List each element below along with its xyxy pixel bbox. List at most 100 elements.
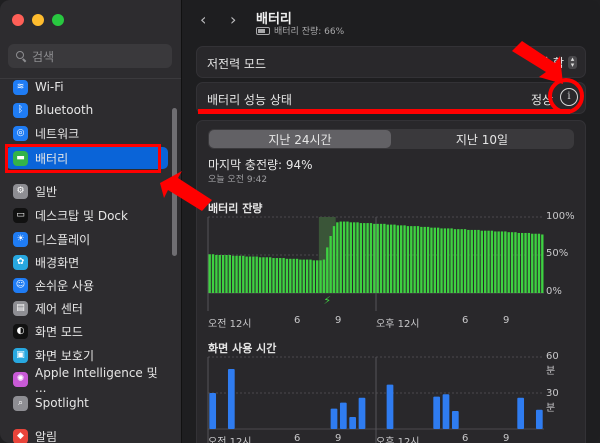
sidebar-item-10[interactable]: ◐ 화면 모드 <box>6 320 168 342</box>
sidebar-item-label: Wi-Fi <box>35 80 64 94</box>
battery-bar-78 <box>470 229 473 293</box>
battery-bar-64 <box>423 226 426 293</box>
battery-bar-51 <box>379 223 383 293</box>
battery-bar-81 <box>480 230 484 293</box>
sidebar-item-1[interactable]: ᛒ Bluetooth <box>6 99 168 121</box>
settings-window: 검색 ≋ Wi-Fi ᛒ Bluetooth ◎ 네트워크 ▬ 배터리 ⚙ 일반 ▭ 데스크탑 및 D… <box>0 0 600 443</box>
time-range-segmented-control: 지난 24시간 지난 10일 <box>208 129 574 149</box>
info-icon[interactable]: i <box>560 88 578 106</box>
window-controls <box>12 14 64 26</box>
sidebar-item-label: 네트워크 <box>35 126 80 141</box>
battery-bar-99 <box>541 234 544 293</box>
battery-bar-54 <box>389 224 393 293</box>
battery-bar-45 <box>359 223 363 293</box>
battery-bar-3 <box>218 255 221 293</box>
battery-bar-58 <box>403 225 406 293</box>
battery-y-tick-50: 50% <box>546 248 569 259</box>
tab-last-10-days[interactable]: 지난 10일 <box>391 130 573 148</box>
sidebar-item-4[interactable]: ⚙ 일반 <box>6 180 168 202</box>
tab-last-24-hours[interactable]: 지난 24시간 <box>209 130 391 148</box>
battery-bar-89 <box>507 232 510 293</box>
sidebar-item-12[interactable]: ✺ Apple Intelligence 및 ... <box>6 366 168 395</box>
sidebar: 검색 ≋ Wi-Fi ᛒ Bluetooth ◎ 네트워크 ▬ 배터리 ⚙ 일반 ▭ 데스크탑 및 D… <box>0 0 182 443</box>
battery-bar-33 <box>319 260 322 293</box>
battery-bar-7 <box>232 255 235 293</box>
battery-bar-55 <box>393 224 396 293</box>
titlebar: ‹ › 배터리 배터리 잔량: 66% <box>182 0 600 40</box>
minimize-window-button[interactable] <box>32 14 44 26</box>
battery-bar-75 <box>460 229 463 293</box>
battery-bar-39 <box>339 221 342 293</box>
battery-bar-6 <box>228 255 232 293</box>
battery-bar-37 <box>332 226 336 293</box>
wallpaper-icon: ✿ <box>13 254 28 270</box>
apple-intelligence-icon: ✺ <box>13 371 28 387</box>
battery-bar-28 <box>302 259 305 293</box>
charging-bolt-icon: ⚡ <box>323 294 331 307</box>
screen-time-bar-15 <box>349 417 357 429</box>
sidebar-item-14[interactable]: ◆ 알림 <box>6 425 168 443</box>
battery-bar-15 <box>258 257 262 293</box>
sidebar-item-2[interactable]: ◎ 네트워크 <box>6 122 168 144</box>
sidebar-item-label: 일반 <box>35 184 58 199</box>
control-center-icon: ▤ <box>13 300 28 316</box>
low-power-select[interactable]: 안 함 ▴ ▾ <box>538 54 577 71</box>
battery-bar-66 <box>430 227 433 293</box>
battery-bar-87 <box>500 231 504 293</box>
battery-bar-50 <box>376 223 379 293</box>
battery-x-tick-2: 9 <box>335 315 342 326</box>
screen-y-tick-30: 30분 <box>546 388 559 414</box>
sidebar-item-6[interactable]: ☀ 디스플레이 <box>6 228 168 250</box>
sidebar-item-label: 알림 <box>35 429 58 443</box>
battery-bar-32 <box>316 260 319 293</box>
sidebar-item-label: Bluetooth <box>35 103 94 117</box>
sidebar-item-0[interactable]: ≋ Wi-Fi <box>6 76 168 98</box>
battery-bar-61 <box>413 226 416 293</box>
search-input[interactable]: 검색 <box>8 44 172 68</box>
battery-bar-8 <box>235 255 238 293</box>
battery-bar-92 <box>517 232 520 293</box>
battery-bar-34 <box>322 259 326 293</box>
screen-time-bar-35 <box>535 409 543 429</box>
battery-bar-95 <box>527 232 531 293</box>
screen-time-chart: 60분 30분 오전 12시 6 9 오후 12시 6 9 <box>207 351 559 443</box>
spotlight-icon: ⌕ <box>13 395 28 411</box>
low-power-card: 저전력 모드 안 함 ▴ ▾ <box>196 46 586 78</box>
battery-bar-84 <box>490 230 494 293</box>
sidebar-item-13[interactable]: ⌕ Spotlight <box>6 392 168 414</box>
battery-bar-59 <box>406 226 410 293</box>
battery-level-subtitle: 배터리 잔량: 66% <box>256 24 344 37</box>
battery-bar-77 <box>467 229 470 293</box>
battery-bar-14 <box>255 256 258 293</box>
battery-bar-17 <box>265 257 268 293</box>
sidebar-item-5[interactable]: ▭ 데스크탑 및 Dock <box>6 204 168 226</box>
battery-bar-62 <box>416 226 420 293</box>
battery-bar-11 <box>245 256 248 293</box>
battery-x-tick-0: 오전 12시 <box>208 319 252 330</box>
sidebar-item-label: 제어 센터 <box>35 301 83 316</box>
screen-time-bar-24 <box>433 396 441 429</box>
sidebar-item-8[interactable]: ☺ 손쉬운 사용 <box>6 274 168 296</box>
sidebar-item-label: Spotlight <box>35 396 89 410</box>
battery-bar-93 <box>520 232 524 293</box>
battery-bar-38 <box>336 222 339 293</box>
battery-bar-91 <box>514 232 517 293</box>
back-button[interactable]: ‹ <box>200 10 206 29</box>
battery-bar-83 <box>487 230 490 293</box>
sidebar-scrollbar[interactable] <box>172 108 177 256</box>
battery-bar-97 <box>534 233 537 293</box>
battery-x-tick-3: 오후 12시 <box>376 319 420 330</box>
battery-bar-94 <box>524 232 527 293</box>
battery-bar-46 <box>363 223 366 293</box>
battery-bar-35 <box>326 247 329 293</box>
sidebar-item-9[interactable]: ▤ 제어 센터 <box>6 297 168 319</box>
search-placeholder: 검색 <box>32 49 55 64</box>
zoom-window-button[interactable] <box>52 14 64 26</box>
battery-bar-88 <box>504 231 507 293</box>
forward-button[interactable]: › <box>230 10 236 29</box>
sidebar-item-7[interactable]: ✿ 배경화면 <box>6 251 168 273</box>
battery-bar-13 <box>252 256 255 293</box>
close-window-button[interactable] <box>12 14 24 26</box>
sun-icon: ☀ <box>13 231 28 247</box>
sidebar-item-label: 화면 모드 <box>35 324 83 339</box>
